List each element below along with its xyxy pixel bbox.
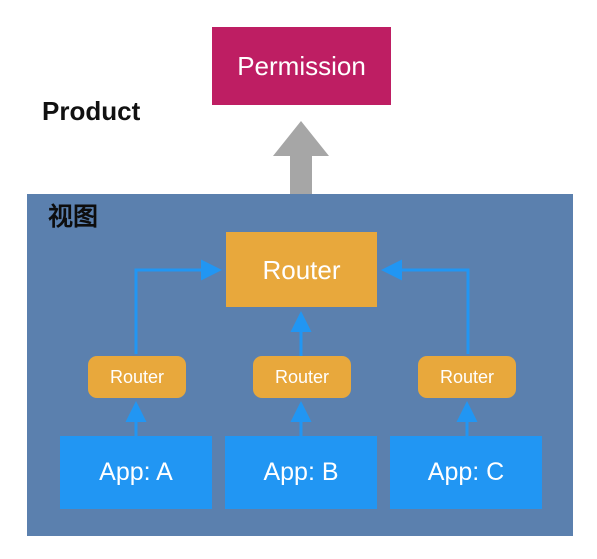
- router-box-a: Router: [88, 356, 186, 398]
- app-box-a: App: A: [60, 436, 212, 509]
- main-router-label: Router: [262, 254, 341, 285]
- view-panel-label: 视图: [48, 203, 99, 231]
- app-box-c: App: C: [390, 436, 542, 509]
- router-box-c: Router: [418, 356, 516, 398]
- main-router-box: Router: [226, 232, 377, 307]
- router-box-b: Router: [253, 356, 351, 398]
- app-box-b: App: B: [225, 436, 377, 509]
- diagram-canvas: Permission Product 视图 Router Router Rout…: [0, 0, 597, 559]
- router-label-a: Router: [109, 367, 165, 387]
- router-label-c: Router: [439, 367, 495, 387]
- product-label: Product: [42, 96, 141, 126]
- permission-box: Permission: [212, 27, 391, 105]
- app-label-a: App: A: [99, 458, 173, 486]
- permission-label: Permission: [237, 51, 366, 81]
- app-label-b: App: B: [263, 458, 339, 486]
- app-label-c: App: C: [427, 458, 505, 486]
- router-label-b: Router: [274, 367, 330, 387]
